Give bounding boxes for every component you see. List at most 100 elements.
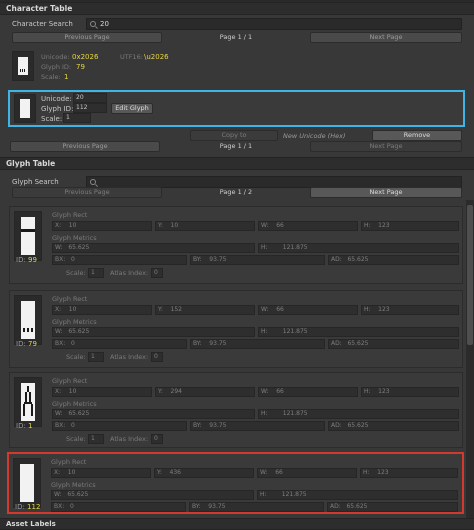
scale-label: Scale: — [66, 435, 86, 443]
copy-to-button[interactable]: Copy to — [190, 130, 278, 141]
scale-label: Scale: — [41, 73, 61, 81]
search-icon — [90, 21, 96, 27]
metrics-by-field[interactable]: BY: 93.75 — [190, 255, 325, 265]
metrics-w-field[interactable]: W: 65.625 — [52, 327, 255, 337]
atlas-index-field[interactable]: 0 — [151, 434, 163, 444]
metrics-h-field[interactable]: H: 121.875 — [257, 490, 458, 500]
glyph-rect-label: Glyph Rect — [52, 211, 88, 219]
remove-button[interactable]: Remove — [372, 130, 462, 141]
rect-w-field[interactable]: W: 66 — [258, 221, 358, 231]
metrics-ad-field[interactable]: AD: 65.625 — [328, 421, 459, 431]
glyph-thumbnail — [14, 211, 42, 261]
character-record-1[interactable]: Unicode: 0x2026 UTF16: \u2026 Glyph ID: … — [10, 47, 465, 87]
glyph-table-header[interactable]: Glyph Table — [0, 157, 474, 170]
metrics-h-field[interactable]: H: 121.875 — [258, 327, 459, 337]
glyph-rect-label: Glyph Rect — [52, 295, 88, 303]
character-search-input[interactable]: 20 — [86, 18, 462, 30]
atlas-index-field[interactable]: 0 — [151, 268, 163, 278]
rect-y-field[interactable]: Y: 294 — [155, 387, 255, 397]
ellipsis-glyph-icon — [18, 57, 28, 75]
glyph-rect-label: Glyph Rect — [51, 458, 87, 466]
glyph-previous-page-button[interactable]: Previous Page — [12, 187, 162, 198]
rect-h-field[interactable]: H: 123 — [361, 305, 459, 315]
utf16-value: \u2026 — [144, 53, 169, 61]
metrics-bx-field[interactable]: BX: 0 — [52, 255, 187, 265]
character-page-indicator-bottom: Page 1 / 1 — [219, 142, 253, 150]
metrics-w-field[interactable]: W: 65.625 — [52, 243, 255, 253]
character-record-2-selected[interactable]: Unicode: 20 Glyph ID: 112 Edit Glyph Sca… — [8, 90, 465, 127]
metrics-ad-field[interactable]: AD: 65.625 — [328, 255, 459, 265]
scale-field[interactable]: 1 — [88, 352, 104, 362]
new-unicode-field[interactable]: New Unicode (Hex) — [283, 131, 345, 141]
rect-y-field[interactable]: Y: 10 — [155, 221, 255, 231]
glyph-id-value: 79 — [76, 63, 85, 71]
character-previous-page-button-bottom[interactable]: Previous Page — [10, 141, 160, 152]
character-previous-page-button[interactable]: Previous Page — [12, 32, 162, 43]
metrics-h-field[interactable]: H: 121.875 — [258, 243, 459, 253]
glyph-metrics-label: Glyph Metrics — [52, 318, 97, 326]
glyph-record[interactable]: Glyph Rect X: 10 Y: 10 W: 66 H: 123 Glyph Met… — [9, 206, 463, 284]
metrics-w-field[interactable]: W: 65.625 — [52, 409, 255, 419]
a-glyph-icon — [21, 383, 35, 421]
rect-h-field[interactable]: H: 123 — [360, 468, 458, 478]
glyph-record-selected[interactable]: Glyph Rect X: 10 Y: 436 W: 66 H: 123 Glyph Me… — [7, 452, 464, 514]
glyph-next-page-button[interactable]: Next Page — [310, 187, 462, 198]
scale-input[interactable]: 1 — [63, 113, 91, 123]
glyph-metrics-label: Glyph Metrics — [51, 481, 96, 489]
metrics-by-field[interactable]: BY: 93.75 — [190, 339, 325, 349]
glyph-record[interactable]: Glyph Rect X: 10 Y: 294 W: 66 H: 123 Glyph Me… — [9, 372, 463, 448]
metrics-ad-field[interactable]: AD: 65.625 — [327, 502, 458, 512]
metrics-bx-field[interactable]: BX: 0 — [52, 339, 187, 349]
glyph-metrics-label: Glyph Metrics — [52, 400, 97, 408]
ellipsis-glyph-icon — [21, 301, 35, 339]
glyph-page-indicator: Page 1 / 2 — [219, 188, 253, 196]
rect-w-field[interactable]: W: 66 — [258, 387, 358, 397]
rect-x-field[interactable]: X: 10 — [51, 468, 151, 478]
scale-field[interactable]: 1 — [88, 434, 104, 444]
glyph-id-value: 99 — [28, 256, 37, 264]
atlas-index-label: Atlas Index: — [110, 353, 149, 361]
glyph-record[interactable]: Glyph Rect X: 10 Y: 152 W: 66 H: 123 Glyph Me… — [9, 290, 463, 368]
utf16-label: UTF16: — [120, 53, 143, 61]
metrics-ad-field[interactable]: AD: 65.625 — [328, 339, 459, 349]
rect-w-field[interactable]: W: 66 — [258, 305, 358, 315]
atlas-index-label: Atlas Index: — [110, 269, 149, 277]
character-search-label: Character Search — [12, 20, 73, 28]
rect-h-field[interactable]: H: 123 — [361, 221, 459, 231]
scrollbar-thumb[interactable] — [467, 205, 473, 345]
rect-x-field[interactable]: X: 10 — [52, 387, 152, 397]
glyph-id-input[interactable]: 112 — [73, 103, 107, 113]
glyph-metrics-label: Glyph Metrics — [52, 234, 97, 242]
metrics-bx-field[interactable]: BX: 0 — [52, 421, 187, 431]
space-glyph-icon — [20, 464, 34, 502]
rect-h-field[interactable]: H: 123 — [361, 387, 459, 397]
character-page-indicator: Page 1 / 1 — [219, 33, 253, 41]
scale-field[interactable]: 1 — [88, 268, 104, 278]
unicode-label: Unicode: — [41, 53, 70, 61]
rect-x-field[interactable]: X: 10 — [52, 305, 152, 315]
metrics-by-field[interactable]: BY: 93.75 — [189, 502, 324, 512]
rect-y-field[interactable]: Y: 152 — [155, 305, 255, 315]
asset-labels-header[interactable]: Asset Labels — [0, 518, 474, 530]
metrics-h-field[interactable]: H: 121.875 — [258, 409, 459, 419]
rect-y-field[interactable]: Y: 436 — [154, 468, 254, 478]
glyph-id-label: ID: 79 — [16, 340, 37, 348]
glyph-thumbnail — [13, 458, 41, 508]
scale-value: 1 — [64, 73, 69, 81]
metrics-bx-field[interactable]: BX: 0 — [51, 502, 186, 512]
glyph-id-label: ID: 99 — [16, 256, 37, 264]
character-next-page-button[interactable]: Next Page — [310, 32, 462, 43]
rect-x-field[interactable]: X: 10 — [52, 221, 152, 231]
character-table-header[interactable]: Character Table — [0, 2, 474, 15]
unicode-input[interactable]: 20 — [73, 93, 107, 103]
rect-w-field[interactable]: W: 66 — [257, 468, 357, 478]
character-next-page-button-bottom[interactable]: Next Page — [310, 141, 462, 152]
glyph-id-label: Glyph ID: — [41, 63, 72, 71]
c-glyph-icon — [21, 217, 35, 255]
atlas-index-field[interactable]: 0 — [151, 352, 163, 362]
edit-glyph-button[interactable]: Edit Glyph — [111, 103, 153, 114]
metrics-w-field[interactable]: W: 65.625 — [51, 490, 254, 500]
character-search-value: 20 — [100, 20, 109, 28]
metrics-by-field[interactable]: BY: 93.75 — [190, 421, 325, 431]
scale-label: Scale: — [41, 115, 63, 123]
